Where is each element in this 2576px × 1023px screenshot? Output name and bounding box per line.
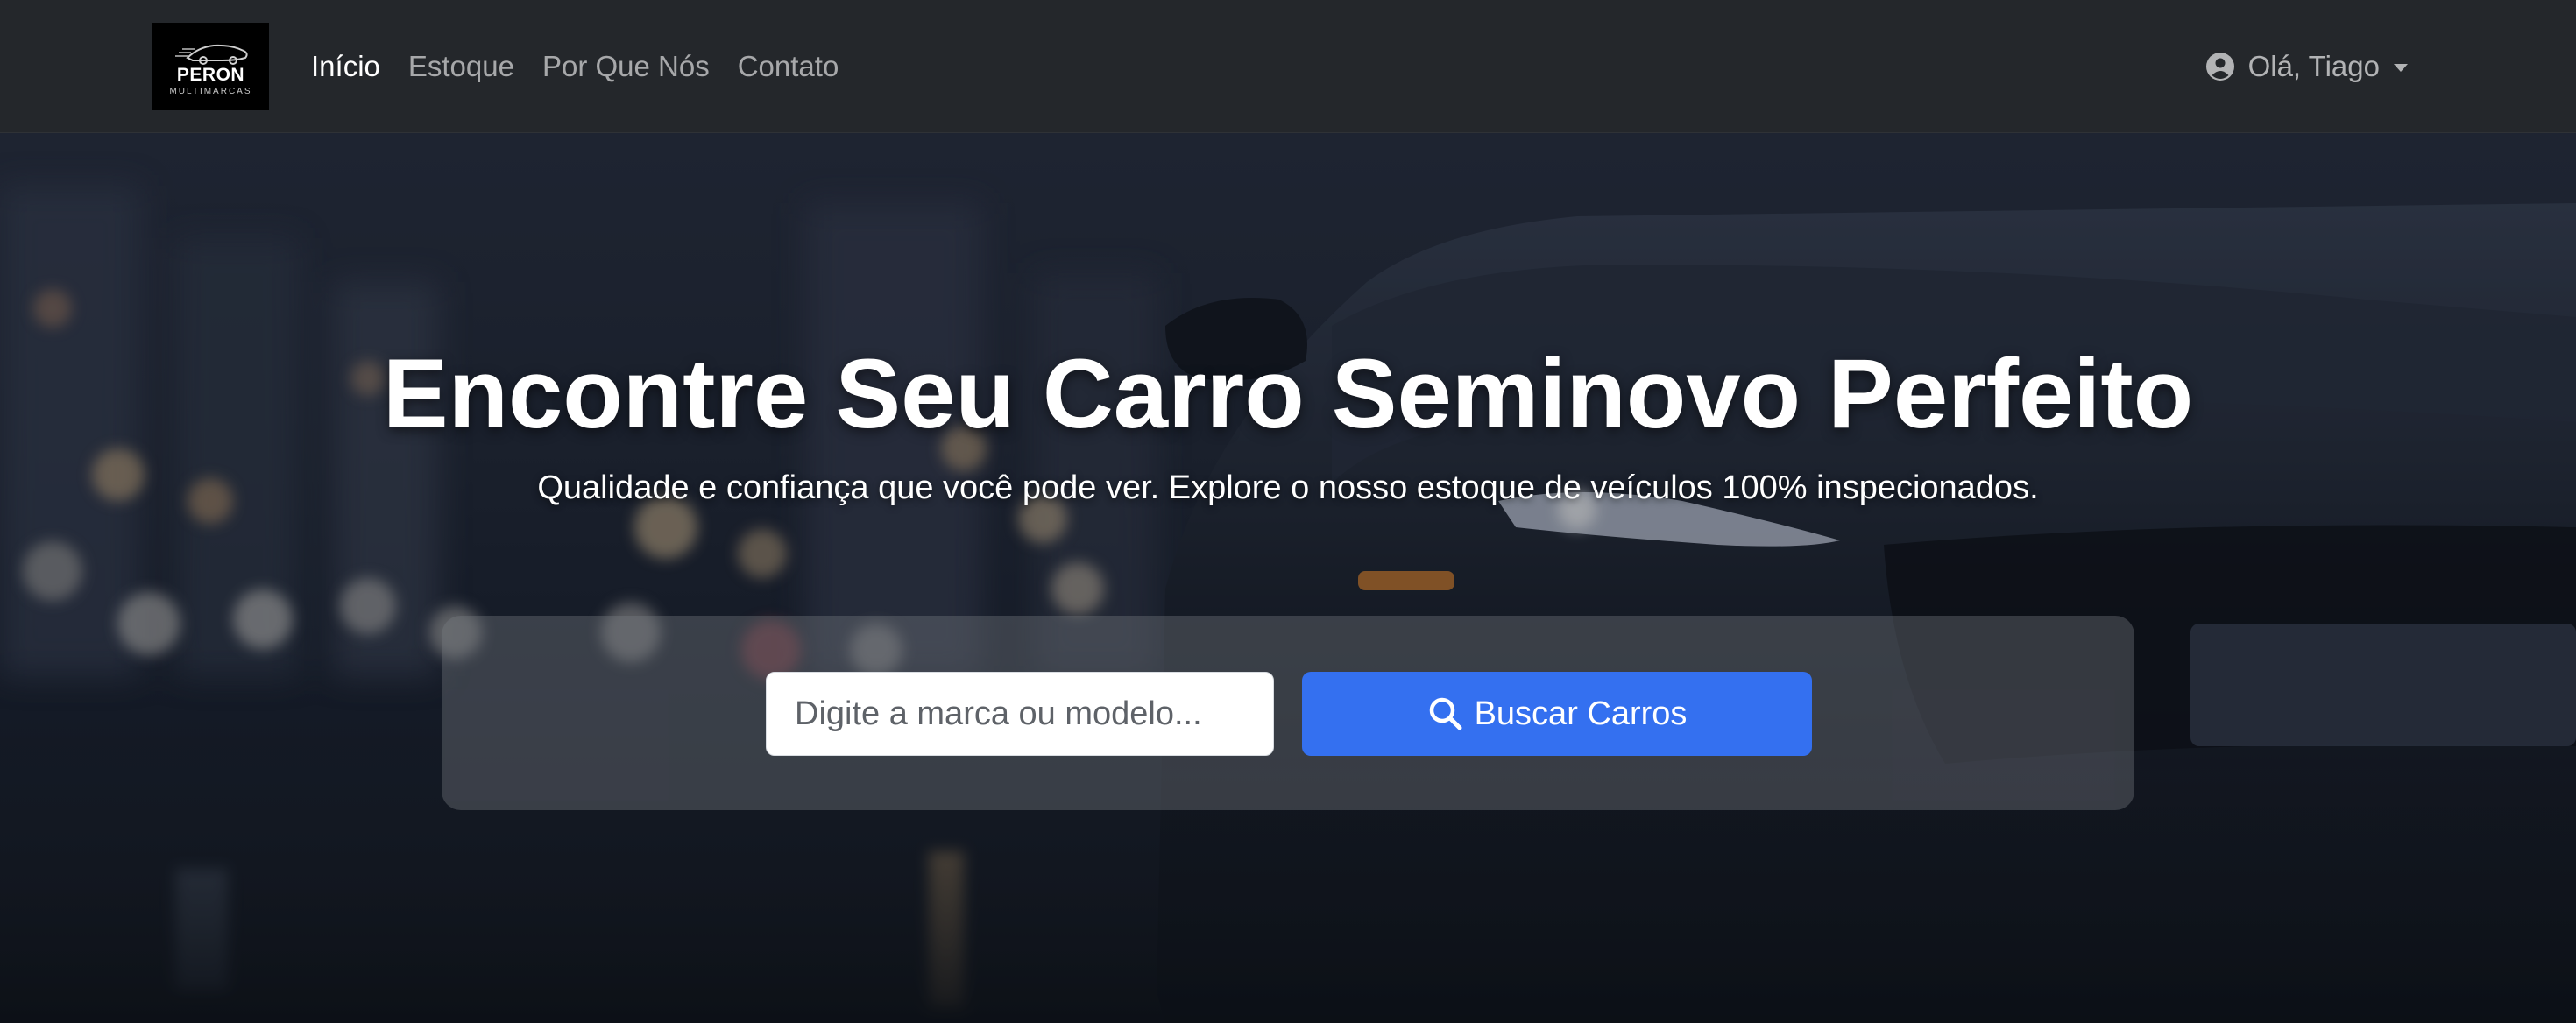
navbar: PERON MULTIMARCAS Início Estoque Por Que… bbox=[0, 0, 2576, 133]
user-greeting: Olá, Tiago bbox=[2247, 50, 2380, 82]
search-input[interactable] bbox=[766, 672, 1274, 756]
hero-section: Encontre Seu Carro Seminovo Perfeito Qua… bbox=[0, 133, 2576, 1023]
nav-item-contato[interactable]: Contato bbox=[738, 47, 839, 86]
nav-item-inicio[interactable]: Início bbox=[311, 47, 380, 86]
hero-title: Encontre Seu Carro Seminovo Perfeito bbox=[382, 339, 2194, 448]
brand-name: PERON bbox=[176, 65, 245, 85]
caret-down-icon bbox=[2394, 63, 2408, 72]
hero-overlay bbox=[0, 133, 2576, 1023]
brand-logo[interactable]: PERON MULTIMARCAS bbox=[152, 23, 269, 110]
nav-item-estoque[interactable]: Estoque bbox=[408, 47, 514, 86]
search-icon bbox=[1429, 697, 1462, 730]
hero-subtitle: Qualidade e confiança que você pode ver.… bbox=[537, 469, 2039, 506]
brand-subtitle: MULTIMARCAS bbox=[169, 87, 252, 96]
nav-links: Início Estoque Por Que Nós Contato bbox=[311, 47, 839, 86]
nav-item-por-que-nos[interactable]: Por Que Nós bbox=[542, 47, 710, 86]
user-menu-toggle[interactable]: Olá, Tiago bbox=[2205, 47, 2408, 86]
search-panel: Buscar Carros bbox=[442, 616, 2134, 810]
search-cars-button[interactable]: Buscar Carros bbox=[1302, 672, 1812, 756]
user-circle-icon bbox=[2205, 53, 2234, 81]
search-button-label: Buscar Carros bbox=[1474, 695, 1688, 732]
